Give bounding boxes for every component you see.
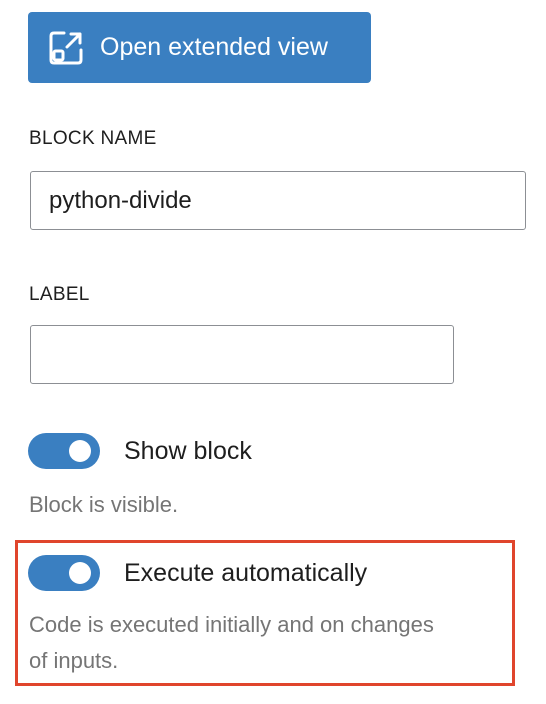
label-input[interactable] — [30, 325, 454, 384]
execute-help-line-1: Code is executed initially and on change… — [29, 612, 434, 637]
show-block-toggle[interactable] — [28, 433, 100, 469]
label-field-label: LABEL — [29, 284, 90, 305]
toggle-knob — [69, 440, 91, 462]
execute-automatically-row: Execute automatically — [28, 555, 367, 591]
execute-help-line-2: of inputs. — [29, 648, 119, 673]
open-extended-view-label: Open extended view — [100, 33, 328, 61]
execute-automatically-toggle[interactable] — [28, 555, 100, 591]
open-external-icon — [48, 30, 84, 66]
show-block-label: Show block — [124, 436, 252, 465]
open-extended-view-button[interactable]: Open extended view — [28, 12, 371, 83]
execute-automatically-help: Code is executed initially and on change… — [29, 607, 434, 679]
toggle-knob — [69, 562, 91, 584]
show-block-row: Show block — [28, 433, 252, 469]
block-name-input[interactable] — [30, 171, 526, 230]
show-block-help: Block is visible. — [29, 492, 179, 517]
execute-automatically-label: Execute automatically — [124, 558, 368, 587]
block-name-label: BLOCK NAME — [29, 128, 157, 149]
